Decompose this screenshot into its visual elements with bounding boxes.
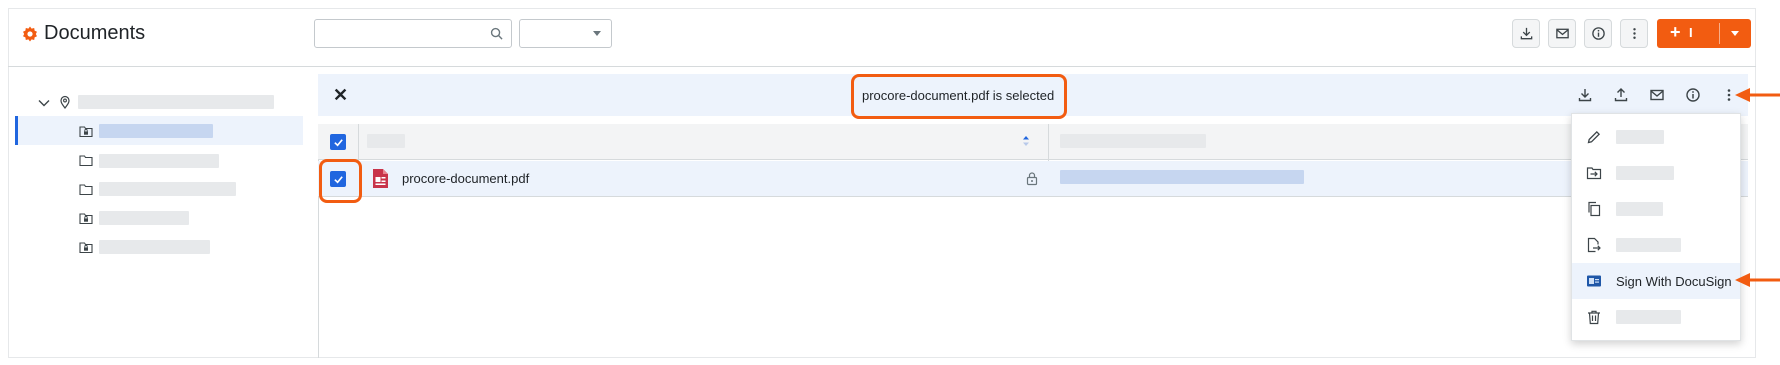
search-input[interactable] — [315, 20, 485, 47]
download-icon — [1578, 89, 1592, 102]
row-cell-value — [1060, 170, 1304, 184]
info-icon — [1591, 27, 1605, 40]
tree-item-label[interactable] — [99, 182, 236, 196]
docusign-icon — [1587, 275, 1601, 287]
menu-item-edit[interactable] — [1572, 119, 1740, 155]
menu-item-label: Sign With DocuSign — [1616, 274, 1732, 289]
search-field[interactable] — [314, 19, 512, 48]
create-button[interactable]: + I — [1657, 19, 1751, 48]
info-icon — [1686, 88, 1700, 102]
menu-item-export[interactable] — [1572, 227, 1740, 263]
menu-item-label — [1616, 166, 1674, 180]
page-title: Documents — [44, 22, 146, 44]
create-button-label: I — [1689, 25, 1693, 40]
column-divider — [358, 124, 359, 161]
plus-icon: + — [1670, 22, 1681, 42]
vertical-ellipsis-icon — [1632, 28, 1636, 39]
menu-item-label — [1616, 130, 1664, 144]
menu-item-label — [1616, 310, 1681, 324]
chevron-down-icon[interactable] — [37, 96, 51, 110]
menu-item-copy[interactable] — [1572, 191, 1740, 227]
folder-icon — [79, 155, 93, 167]
lock-icon — [1026, 172, 1038, 186]
select-all-checkbox[interactable] — [330, 134, 346, 150]
menu-item-sign-with-docusign[interactable]: Sign With DocuSign — [1572, 263, 1740, 299]
file-name-link[interactable]: procore-document.pdf — [402, 171, 529, 186]
arrow-left-icon — [1735, 273, 1780, 287]
header-download-button[interactable] — [1512, 19, 1540, 48]
column-divider — [1048, 124, 1049, 161]
locked-folder-icon — [79, 213, 93, 225]
bulk-upload-button[interactable] — [1612, 86, 1630, 104]
tree-item-label[interactable] — [99, 154, 219, 168]
tree-project-label[interactable] — [78, 95, 274, 109]
column-header-name[interactable] — [367, 134, 405, 148]
highlight-row-checkbox — [319, 159, 362, 203]
highlight-selection-message — [851, 74, 1067, 119]
menu-item-move[interactable] — [1572, 155, 1740, 191]
tree-item-label[interactable] — [99, 211, 189, 225]
header-divider — [8, 66, 1756, 67]
filter-select[interactable] — [519, 19, 612, 48]
folder-icon — [79, 184, 93, 196]
search-icon[interactable] — [490, 27, 503, 40]
checkmark-icon — [333, 138, 343, 146]
bulk-email-button[interactable] — [1648, 86, 1666, 104]
download-icon — [1520, 27, 1532, 40]
chevron-down-icon — [593, 31, 601, 36]
bulk-info-button[interactable] — [1684, 86, 1702, 104]
procore-gear-icon — [23, 26, 37, 42]
location-pin-icon — [60, 95, 70, 109]
export-file-icon — [1587, 237, 1601, 253]
upload-icon — [1614, 88, 1628, 102]
header-email-button[interactable] — [1548, 19, 1576, 48]
header-more-button[interactable] — [1620, 19, 1648, 48]
header-info-button[interactable] — [1584, 19, 1612, 48]
tree-item-label[interactable] — [99, 240, 210, 254]
envelope-icon — [1555, 28, 1569, 39]
move-folder-icon — [1586, 167, 1602, 180]
copy-icon — [1588, 201, 1601, 217]
tree-item-label — [99, 124, 213, 138]
sort-icon[interactable] — [1021, 134, 1031, 148]
arrow-left-icon — [1735, 88, 1780, 102]
create-dropdown-chevron-icon[interactable] — [1731, 31, 1739, 36]
menu-item-label — [1616, 238, 1681, 252]
column-header[interactable] — [1060, 134, 1206, 148]
locked-folder-icon — [79, 242, 93, 254]
trash-icon — [1588, 310, 1600, 325]
locked-folder-icon — [79, 126, 93, 138]
table-header — [318, 124, 1748, 160]
clear-selection-close-icon[interactable]: ✕ — [333, 86, 348, 104]
envelope-icon — [1650, 89, 1664, 101]
menu-item-delete[interactable] — [1572, 299, 1740, 335]
pencil-icon — [1587, 130, 1601, 144]
bulk-download-button[interactable] — [1576, 86, 1594, 104]
menu-item-label — [1616, 202, 1663, 216]
pdf-file-icon — [373, 169, 388, 188]
row-actions-menu: Sign With DocuSign — [1571, 113, 1741, 341]
create-button-divider — [1719, 23, 1720, 44]
